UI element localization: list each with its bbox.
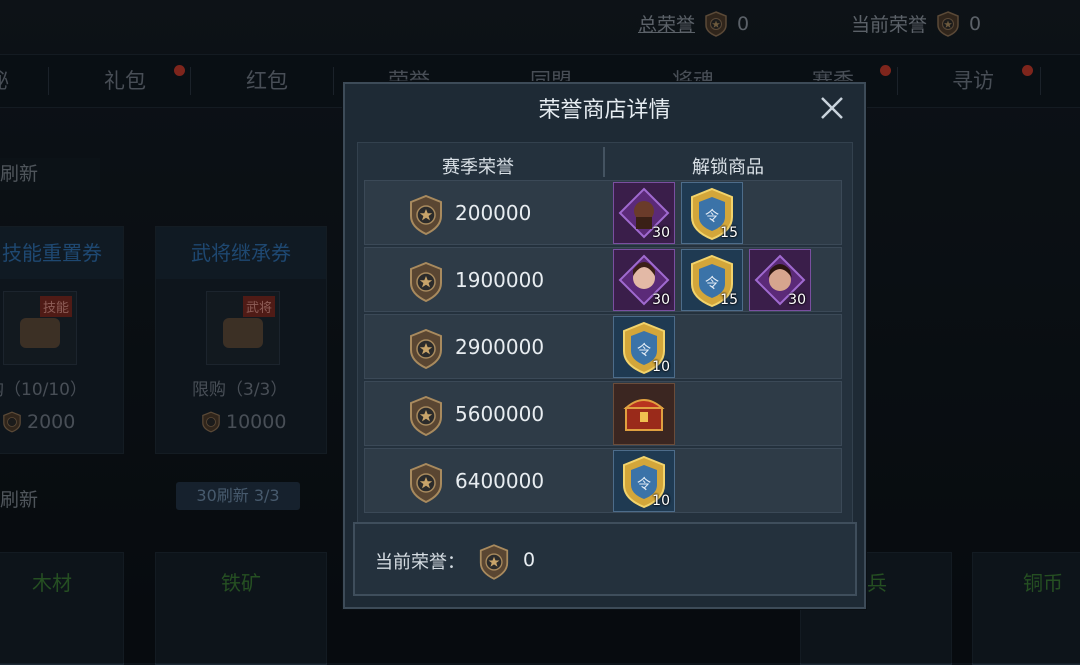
column-header-unlock-items: 解锁商品 <box>692 157 764 178</box>
honor-reward-table: 赛季荣誉 解锁商品 200000 30 令 15 1900000 30 令 15… <box>357 142 853 526</box>
honor-threshold: 200000 <box>455 201 532 225</box>
honor-threshold: 2900000 <box>455 335 545 359</box>
honor-threshold: 5600000 <box>455 402 545 426</box>
reward-item[interactable]: 令 15 <box>681 182 743 244</box>
honor-threshold: 6400000 <box>455 469 545 493</box>
honor-threshold: 1900000 <box>455 268 545 292</box>
honor-medal-icon <box>479 544 509 580</box>
reward-item[interactable]: 30 <box>613 249 675 311</box>
svg-text:令: 令 <box>637 343 651 359</box>
table-row: 6400000 令 10 <box>364 448 842 513</box>
item-count: 30 <box>652 292 670 308</box>
svg-text:令: 令 <box>637 477 651 493</box>
reward-item[interactable]: 30 <box>613 182 675 244</box>
honor-medal-icon <box>410 396 442 436</box>
reward-item[interactable]: 令 10 <box>613 450 675 512</box>
close-icon[interactable] <box>818 94 846 122</box>
dialog-title: 荣誉商店详情 <box>538 98 671 123</box>
footer-label: 当前荣誉： <box>375 552 465 573</box>
item-count: 10 <box>652 359 670 375</box>
table-row: 5600000 <box>364 381 842 446</box>
reward-item[interactable]: 30 <box>749 249 811 311</box>
table-row: 1900000 30 令 15 30 <box>364 247 842 312</box>
svg-text:令: 令 <box>705 276 719 292</box>
svg-text:令: 令 <box>705 209 719 225</box>
reward-item[interactable]: 令 10 <box>613 316 675 378</box>
column-header-season-honor: 赛季荣誉 <box>442 157 514 178</box>
reward-item[interactable] <box>613 383 675 445</box>
item-count: 30 <box>788 292 806 308</box>
honor-medal-icon <box>410 463 442 503</box>
honor-shop-detail-dialog: 荣誉商店详情 赛季荣誉 解锁商品 200000 30 令 15 1900000 … <box>343 82 866 609</box>
honor-medal-icon <box>410 262 442 302</box>
table-row: 200000 30 令 15 <box>364 180 842 245</box>
item-count: 15 <box>720 225 738 241</box>
column-divider <box>603 147 605 177</box>
current-honor-footer: 当前荣誉： 0 <box>353 522 857 596</box>
item-count: 15 <box>720 292 738 308</box>
reward-item[interactable]: 令 15 <box>681 249 743 311</box>
table-row: 2900000 令 10 <box>364 314 842 379</box>
item-count: 30 <box>652 225 670 241</box>
item-count: 10 <box>652 493 670 509</box>
honor-medal-icon <box>410 329 442 369</box>
treasure-chest-icon <box>623 399 665 431</box>
honor-medal-icon <box>410 195 442 235</box>
footer-value: 0 <box>523 549 536 571</box>
